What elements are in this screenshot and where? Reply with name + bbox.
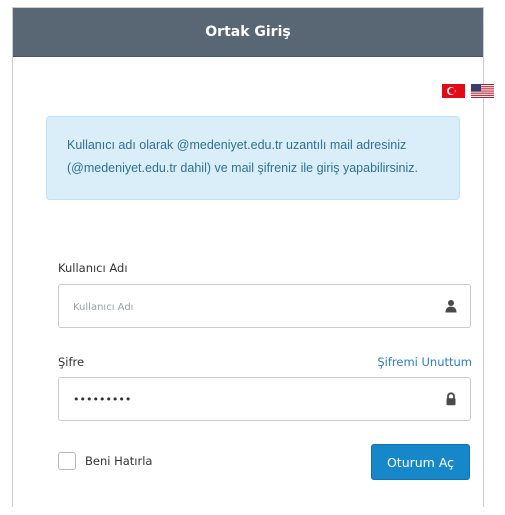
us-flag-icon[interactable] bbox=[471, 84, 494, 98]
password-label: Şifre bbox=[58, 355, 85, 369]
password-field-wrapper bbox=[58, 377, 471, 421]
login-button[interactable]: Oturum Aç bbox=[371, 444, 470, 480]
login-panel: Ortak Giriş bbox=[12, 7, 484, 507]
user-icon bbox=[445, 300, 457, 313]
remember-me-label: Beni Hatırla bbox=[85, 454, 153, 468]
remember-me-checkbox[interactable] bbox=[58, 452, 76, 470]
password-input[interactable] bbox=[59, 378, 470, 420]
forgot-password-link[interactable]: Şifremi Unuttum bbox=[377, 355, 472, 369]
username-label: Kullanıcı Adı bbox=[58, 261, 128, 275]
remember-me[interactable]: Beni Hatırla bbox=[58, 452, 152, 470]
username-input[interactable] bbox=[59, 285, 470, 327]
lock-icon bbox=[446, 392, 456, 406]
panel-title: Ortak Giriş bbox=[205, 24, 291, 40]
username-field-wrapper bbox=[58, 284, 471, 328]
info-alert: Kullanıcı adı olarak @medeniyet.edu.tr u… bbox=[46, 116, 460, 200]
language-selector bbox=[442, 84, 494, 98]
panel-header: Ortak Giriş bbox=[13, 8, 483, 57]
turkish-flag-icon[interactable] bbox=[442, 84, 465, 98]
